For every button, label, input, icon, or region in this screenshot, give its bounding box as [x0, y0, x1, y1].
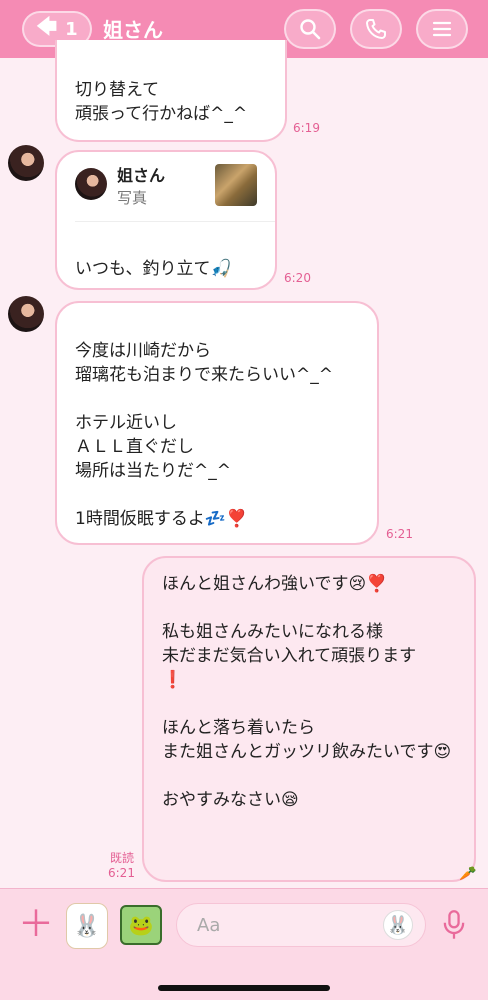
- read-receipt: 既読: [110, 851, 135, 865]
- back-arrow-icon: 🡄: [36, 14, 58, 38]
- carrot-icon: 🥕: [459, 866, 477, 882]
- search-button[interactable]: [284, 9, 336, 49]
- quoted-sender: 姐さん: [117, 166, 166, 185]
- home-indicator: [158, 985, 330, 991]
- unread-count: 1: [65, 18, 78, 40]
- chat-title: 姐さん: [103, 18, 163, 42]
- search-icon: [300, 19, 321, 40]
- call-button[interactable]: [350, 9, 402, 49]
- hamburger-menu-icon: [432, 21, 452, 37]
- message-bubble-received[interactable]: 姐さん 写真 いつも、釣り立て🎣: [55, 150, 277, 290]
- plus-icon[interactable]: ＋: [18, 907, 54, 943]
- message-bubble-received[interactable]: 今度は川崎だから 瑠璃花も泊まりで来たらいい^_^ ホテル近いし ＡＬＬ直ぐだし…: [55, 301, 379, 545]
- quoted-type: 写真: [117, 189, 148, 207]
- message-time: 6:21: [386, 527, 413, 541]
- input-bar: ＋ 🐰 🐸 Aa 🐰: [0, 888, 488, 1000]
- message-text: ほんと姐さんわ強いです😢❣️ 私も姐さんみたいになれる様 未だまだ気合い入れて頑…: [162, 574, 452, 810]
- message-text: いつも、釣り立て🎣: [75, 259, 232, 279]
- phone-icon: [366, 19, 386, 39]
- quoted-message[interactable]: 姐さん 写真: [75, 160, 275, 222]
- message-text: 今度は川崎だから 瑠璃花も泊まりで来たらいい^_^ ホテル近いし ＡＬＬ直ぐだし…: [75, 341, 333, 529]
- photo-thumbnail[interactable]: [215, 164, 257, 206]
- avatar[interactable]: [8, 296, 44, 332]
- input-placeholder: Aa: [197, 915, 221, 936]
- quoted-avatar: [75, 168, 107, 200]
- avatar[interactable]: [8, 145, 44, 181]
- message-bubble-received[interactable]: 切り替えて 頑張って行かねば^_^: [55, 40, 287, 142]
- emoji-icon[interactable]: 🐰: [383, 910, 413, 940]
- menu-button[interactable]: [416, 9, 468, 49]
- message-text: 切り替えて 頑張って行かねば^_^: [75, 80, 248, 124]
- image-icon[interactable]: 🐸: [120, 905, 162, 945]
- message-time: 6:19: [293, 121, 320, 135]
- message-time: 6:21: [108, 866, 135, 880]
- message-input[interactable]: Aa 🐰: [176, 903, 426, 947]
- message-bubble-sent[interactable]: ほんと姐さんわ強いです😢❣️ 私も姐さんみたいになれる様 未だまだ気合い入れて頑…: [142, 556, 476, 882]
- message-time: 6:20: [284, 271, 311, 285]
- microphone-icon[interactable]: [440, 909, 468, 941]
- sticker-icon[interactable]: 🐰: [66, 903, 108, 949]
